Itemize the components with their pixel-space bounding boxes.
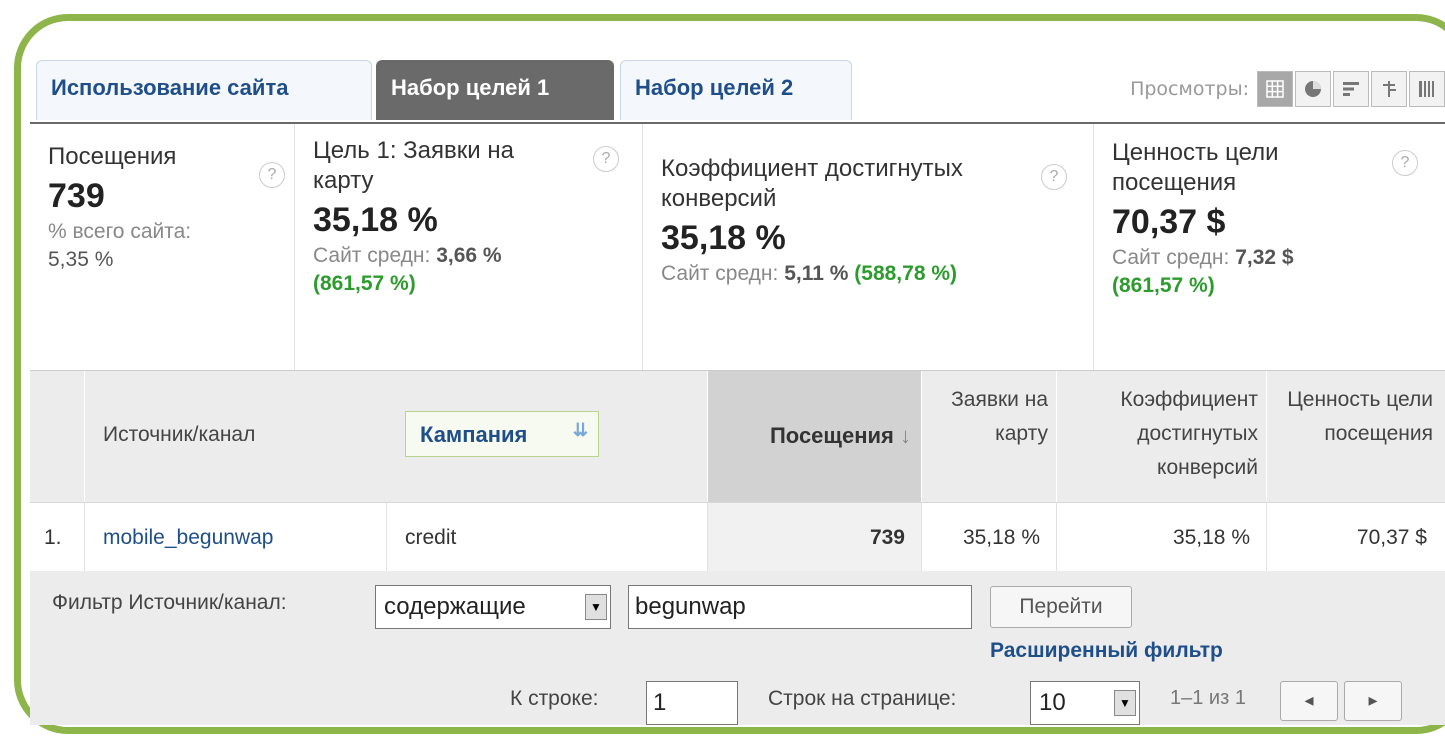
grid-icon[interactable] <box>1257 71 1293 107</box>
scorecard-site-avg: 7,32 $ <box>1235 246 1294 269</box>
scorecard-value: 35,18 % <box>661 219 786 257</box>
row-goal-value: 70,37 $ <box>1356 526 1427 549</box>
scorecard-conversion-rate: Коэффициент достигнутых конверсий 35,18 … <box>643 124 1094 370</box>
header-source-label[interactable]: Источник/канал <box>103 423 255 447</box>
tab-bar: Использование сайта Набор целей 1 Набор … <box>30 57 1445 124</box>
pagination-range: 1–1 из 1 <box>1170 687 1246 709</box>
dropdown-arrow-icon: ▼ <box>585 594 607 620</box>
scorecard-label: Ценность цели посещения <box>1112 139 1279 196</box>
next-page-button[interactable]: ▸ <box>1344 681 1402 721</box>
pie-icon[interactable] <box>1295 71 1331 107</box>
help-icon[interactable]: ? <box>593 146 619 172</box>
row-index: 1. <box>30 503 85 572</box>
views-switcher: Просмотры: <box>1130 71 1445 107</box>
prev-page-button[interactable]: ◂ <box>1280 681 1338 721</box>
rows-per-page-value: 10 <box>1039 689 1066 716</box>
scorecard-sub: Сайт средн: <box>1112 246 1230 269</box>
header-goal[interactable]: Заявки на карту <box>922 371 1057 503</box>
chevron-down-icon: ⇊ <box>572 420 588 440</box>
scorecard-delta: (861,57 %) <box>1112 274 1215 297</box>
filter-mode-value: содержащие <box>384 593 526 620</box>
table-row: 1. mobile_begunwap credit 739 35,18 % 35… <box>30 502 1445 573</box>
help-icon[interactable]: ? <box>259 162 285 188</box>
scorecard-label: Цель 1: Заявки на карту <box>313 137 514 194</box>
scorecard-visits: Посещения 739 % всего сайта: 5,35 % ? <box>30 124 295 370</box>
pivot-icon[interactable] <box>1409 71 1445 107</box>
advanced-filter-link[interactable]: Расширенный фильтр <box>990 639 1223 663</box>
rows-per-page-label: Строк на странице: <box>768 687 957 710</box>
scorecard-value: 35,18 % <box>313 201 438 239</box>
scorecard-sub-value: 5,35 % <box>48 248 114 271</box>
header-goal-label: Заявки на карту <box>951 388 1048 445</box>
row-campaign: credit <box>387 503 708 572</box>
scorecard-goal-value: Ценность цели посещения 70,37 $ Сайт сре… <box>1094 124 1445 370</box>
views-label: Просмотры: <box>1130 78 1249 100</box>
header-goal-value-label: Ценность цели посещения <box>1287 388 1433 445</box>
scorecard-delta: (588,78 %) <box>854 262 958 285</box>
scorecard-goal1: Цель 1: Заявки на карту 35,18 % Сайт сре… <box>295 124 643 370</box>
go-to-row-input[interactable]: 1 <box>646 681 738 725</box>
tab-goal-set-2[interactable]: Набор целей 2 <box>620 60 852 120</box>
rows-per-page-select[interactable]: 10 ▼ <box>1030 681 1140 725</box>
header-source: Источник/канал Кампания ⇊ <box>85 371 708 503</box>
header-conversion[interactable]: Коэффициент достигнутых конверсий <box>1057 371 1267 503</box>
scorecard-sub: Сайт средн: <box>313 244 431 267</box>
scorecard-value: 739 <box>48 177 105 215</box>
header-goal-value[interactable]: Ценность цели посещения <box>1267 371 1445 503</box>
header-conversion-label: Коэффициент достигнутых конверсий <box>1120 388 1258 479</box>
report-panel: Использование сайта Набор целей 1 Набор … <box>30 57 1445 725</box>
help-icon[interactable]: ? <box>1392 150 1418 176</box>
help-icon[interactable]: ? <box>1041 164 1067 190</box>
scorecard-label: Посещения <box>48 143 177 170</box>
filter-label: Фильтр Источник/канал: <box>52 591 287 614</box>
table-header: Источник/канал Кампания ⇊ Посещения ↓ За… <box>30 370 1445 503</box>
compare-icon[interactable] <box>1371 71 1407 107</box>
scorecard-site-avg: 3,66 % <box>436 244 502 267</box>
scorecard-delta: (861,57 %) <box>313 272 416 295</box>
scorecard-value: 70,37 $ <box>1112 203 1226 241</box>
go-to-row-label: К строке: <box>510 687 599 710</box>
campaign-dimension-dropdown[interactable]: Кампания ⇊ <box>405 411 599 457</box>
bar-icon[interactable] <box>1333 71 1369 107</box>
header-visits[interactable]: Посещения ↓ <box>708 371 922 503</box>
row-goal: 35,18 % <box>922 503 1057 572</box>
scorecard-label: Коэффициент достигнутых конверсий <box>661 155 963 212</box>
row-source-link[interactable]: mobile_begunwap <box>85 503 387 572</box>
tab-goal-set-1[interactable]: Набор целей 1 <box>376 60 614 120</box>
scorecard-sub: % всего сайта: <box>48 220 192 243</box>
sort-arrow-icon: ↓ <box>900 423 911 448</box>
table-footer: Фильтр Источник/канал: содержащие ▼ begu… <box>30 571 1445 725</box>
filter-mode-select[interactable]: содержащие ▼ <box>375 585 611 629</box>
header-index <box>30 371 85 503</box>
campaign-label: Кампания <box>420 422 528 447</box>
dropdown-arrow-icon: ▼ <box>1114 690 1136 716</box>
row-visits: 739 <box>708 503 922 572</box>
scorecard-site-avg: 5,11 % <box>784 262 849 285</box>
go-button[interactable]: Перейти <box>990 586 1132 628</box>
scorecard-sub: Сайт средн: <box>661 262 779 285</box>
header-visits-label: Посещения <box>769 423 894 448</box>
tab-site-usage[interactable]: Использование сайта <box>36 60 372 120</box>
row-conversion: 35,18 % <box>1057 503 1267 572</box>
summary-scorecards: Посещения 739 % всего сайта: 5,35 % ? Це… <box>30 124 1445 370</box>
filter-text-input[interactable]: begunwap <box>628 585 972 629</box>
